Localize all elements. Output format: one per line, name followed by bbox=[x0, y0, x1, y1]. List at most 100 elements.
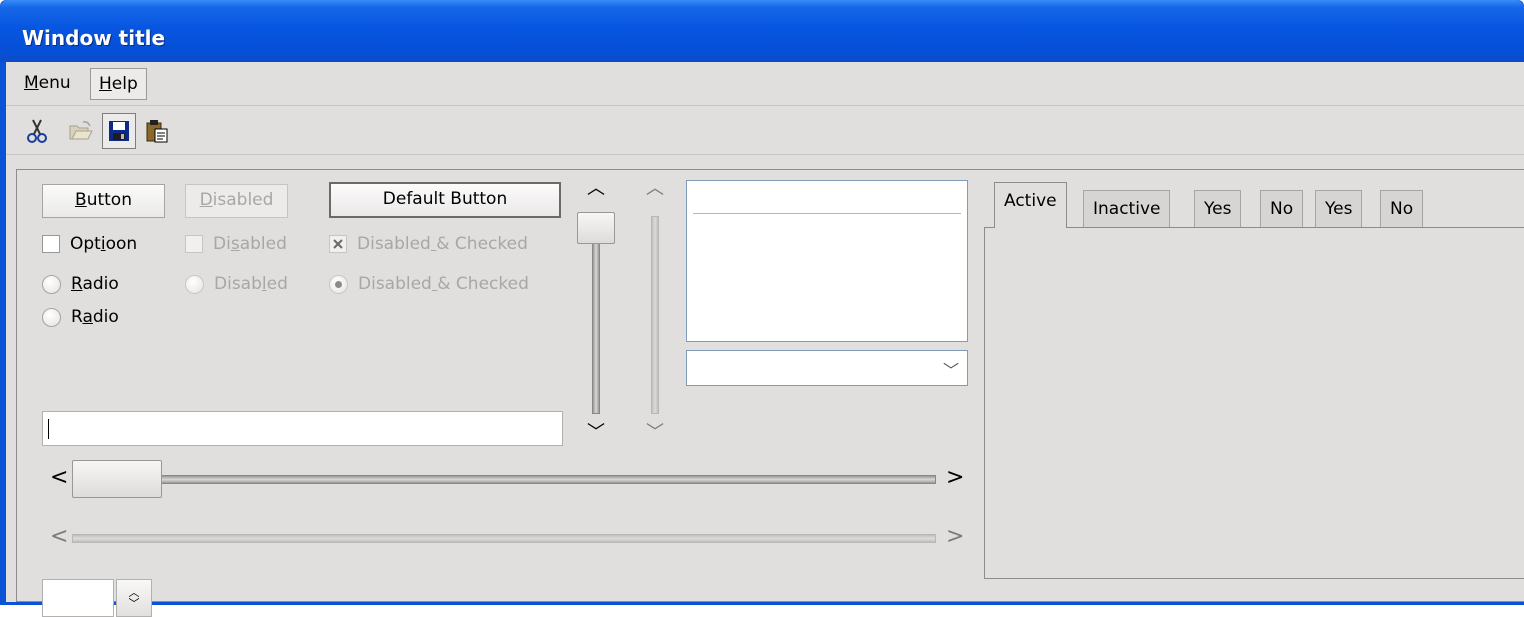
help-label-rest: elp bbox=[111, 74, 138, 94]
button-mnemonic: B bbox=[75, 190, 87, 210]
disabled-button-label-rest: isabled bbox=[212, 190, 274, 210]
help-mnemonic: H bbox=[99, 74, 112, 94]
radio-1[interactable]: Radio bbox=[42, 274, 119, 294]
cut-button[interactable] bbox=[20, 113, 54, 149]
radio-2-label-post: dio bbox=[92, 307, 119, 327]
spinner-buttons[interactable]: ︿ ﹀ bbox=[116, 579, 152, 617]
disabled-checkbox-label-pre: Di bbox=[213, 234, 231, 254]
disabled-radio-label: Disabled bbox=[214, 274, 288, 294]
scroll-down-icon: ﹀ bbox=[646, 422, 664, 443]
vertical-scrollbar[interactable]: ︿ ﹀ bbox=[573, 174, 619, 446]
tab-yes-2[interactable]: Yes bbox=[1315, 190, 1363, 228]
tab-active[interactable]: Active bbox=[994, 182, 1067, 228]
radio-dot bbox=[335, 280, 342, 288]
radio-2-label: Radio bbox=[71, 307, 119, 327]
disabled-checkbox-mnemonic: s bbox=[230, 234, 240, 254]
scroll-up-icon[interactable]: ︿ bbox=[573, 180, 619, 198]
spinner-field[interactable] bbox=[42, 579, 114, 617]
tab-inactive[interactable]: Inactive bbox=[1083, 190, 1171, 228]
disabled-checked-label-post: & Checked bbox=[436, 234, 528, 254]
checked-box bbox=[329, 235, 347, 253]
menu-help[interactable]: Help bbox=[90, 68, 147, 100]
radio-circle bbox=[42, 307, 61, 327]
tab-no-1[interactable]: No bbox=[1260, 190, 1304, 228]
radio-1-mnemonic: R bbox=[71, 274, 83, 294]
disabled-checked-checkbox: Disabled & Checked bbox=[329, 234, 528, 254]
paste-icon bbox=[146, 120, 168, 143]
text-field[interactable] bbox=[42, 411, 563, 446]
tab-yes-1[interactable]: Yes bbox=[1194, 190, 1242, 228]
horizontal-scroll-track bbox=[72, 534, 936, 543]
disabled-button: Disabled bbox=[185, 184, 288, 218]
button-button[interactable]: Button bbox=[42, 184, 165, 218]
disabled-checked-radio-label-post: & Checked bbox=[437, 274, 529, 294]
save-button[interactable] bbox=[102, 113, 136, 149]
scroll-down-icon[interactable]: ﹀ bbox=[573, 424, 619, 442]
list-divider bbox=[693, 213, 961, 214]
radio-circle bbox=[42, 274, 61, 294]
disabled-checked-radio-label-pre: Disabled bbox=[358, 274, 432, 294]
option-label-pre: Opt bbox=[70, 234, 101, 254]
list-box[interactable] bbox=[686, 180, 968, 342]
combo-box[interactable]: ﹀ bbox=[686, 350, 968, 386]
option-label: Optioon bbox=[70, 234, 137, 254]
disabled-checked-radio: Disabled & Checked bbox=[329, 274, 529, 294]
menu-label-rest: enu bbox=[38, 73, 71, 93]
horizontal-scroll-track[interactable] bbox=[72, 475, 936, 484]
option-checkbox[interactable]: Optioon bbox=[42, 234, 137, 254]
disabled-checkbox-label: Disabled bbox=[213, 234, 287, 254]
scroll-right-icon: > bbox=[946, 524, 965, 549]
option-label-post: oon bbox=[105, 234, 138, 254]
horizontal-scrollbar[interactable]: < > bbox=[42, 456, 968, 502]
disabled-checkbox: Disabled bbox=[185, 234, 287, 254]
save-icon bbox=[109, 121, 129, 141]
vertical-scrollbar-disabled: ︿ ﹀ bbox=[632, 174, 678, 446]
main-panel: Button Disabled Default Button Optioon D… bbox=[16, 169, 1524, 617]
chevron-down-icon[interactable]: ﹀ bbox=[943, 357, 959, 381]
open-folder-icon bbox=[69, 121, 93, 140]
scroll-left-icon[interactable]: < bbox=[50, 467, 68, 489]
disabled-radio: Disabled bbox=[185, 274, 288, 294]
tab-no-2[interactable]: No bbox=[1380, 190, 1424, 228]
disabled-button-mnemonic: D bbox=[199, 190, 213, 210]
scroll-right-icon[interactable]: > bbox=[946, 467, 964, 489]
disabled-checked-label: Disabled & Checked bbox=[357, 234, 528, 254]
menu-menu[interactable]: Menu bbox=[16, 68, 79, 100]
disabled-checked-label-pre: Disabled bbox=[357, 234, 431, 254]
vertical-scroll-track bbox=[651, 216, 659, 414]
client-area: Menu Help Button Disabled Default Button… bbox=[6, 62, 1524, 617]
radio-1-label: Radio bbox=[71, 274, 119, 294]
vertical-scroll-thumb[interactable] bbox=[577, 212, 615, 244]
disabled-checked-radio-label: Disabled & Checked bbox=[358, 274, 529, 294]
scroll-up-icon: ︿ bbox=[646, 178, 664, 199]
open-button[interactable] bbox=[64, 113, 98, 149]
cut-icon bbox=[27, 119, 47, 143]
menu-bar: Menu Help bbox=[6, 62, 1524, 106]
radio-2-mnemonic: a bbox=[82, 307, 93, 327]
spinner-down-icon[interactable]: ﹀ bbox=[129, 598, 140, 609]
title-bar[interactable]: Window title bbox=[0, 0, 1524, 62]
disabled-checkbox-label-post: abled bbox=[239, 234, 287, 254]
horizontal-scroll-thumb[interactable] bbox=[72, 460, 162, 498]
horizontal-scrollbar-disabled: < > bbox=[42, 515, 968, 561]
disabled-radio-label-post: ed bbox=[266, 274, 288, 294]
radio-circle bbox=[185, 274, 204, 294]
vertical-scroll-track[interactable] bbox=[592, 216, 600, 414]
default-button[interactable]: Default Button bbox=[329, 182, 561, 218]
checkbox-box bbox=[185, 235, 203, 253]
radio-circle bbox=[329, 274, 348, 294]
window-title: Window title bbox=[22, 26, 166, 50]
toolbar bbox=[6, 107, 1524, 155]
text-caret bbox=[48, 419, 49, 439]
radio-2-label-pre: R bbox=[71, 307, 83, 327]
window: Window title Menu Help Button Disabled D… bbox=[0, 0, 1524, 617]
check-mark-icon bbox=[333, 239, 343, 249]
menu-mnemonic: M bbox=[24, 73, 39, 93]
paste-button[interactable] bbox=[140, 113, 174, 149]
tab-content-panel bbox=[984, 227, 1524, 579]
radio-2[interactable]: Radio bbox=[42, 307, 119, 327]
checkbox-box bbox=[42, 235, 60, 253]
scroll-left-icon: < bbox=[50, 524, 69, 549]
button-label-rest: utton bbox=[86, 190, 132, 210]
disabled-radio-label-pre: Disab bbox=[214, 274, 262, 294]
